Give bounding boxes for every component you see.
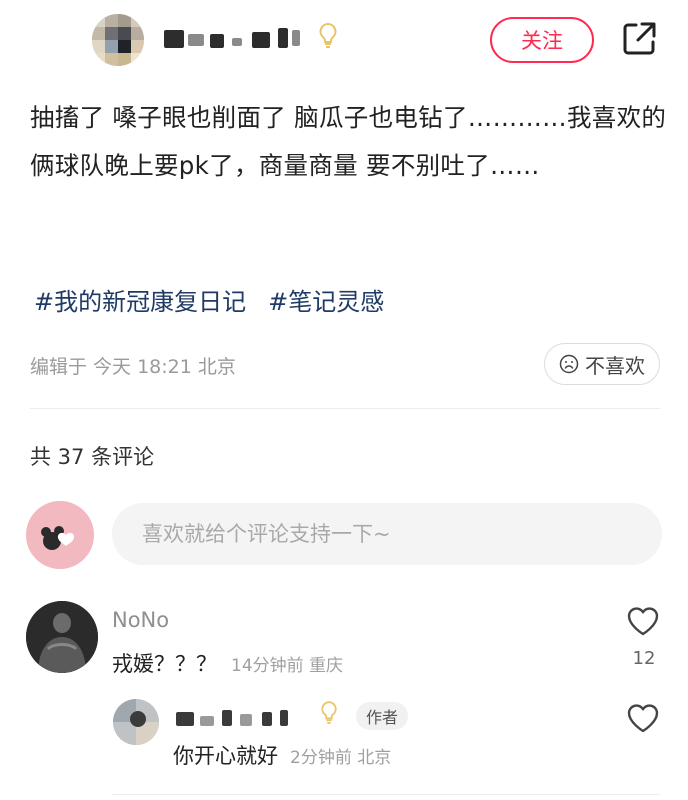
lightbulb-icon xyxy=(320,700,338,731)
author-reply-avatar[interactable] xyxy=(113,699,159,745)
heart-icon[interactable] xyxy=(626,605,660,637)
sad-face-icon xyxy=(559,354,579,374)
edit-timestamp: 编辑于 今天 18:21 北京 xyxy=(30,356,236,378)
follow-button[interactable]: 关注 xyxy=(490,17,594,63)
poster-name-redacted[interactable] xyxy=(160,26,310,50)
tag-list: #我的新冠康复日记 #笔记灵感 xyxy=(34,282,384,317)
lightbulb-icon xyxy=(318,22,338,56)
post-body-text: 抽搐了 嗓子眼也削面了 脑瓜子也电钻了…………我喜欢的俩球队晚上要pk了，商量商… xyxy=(30,103,667,180)
like-count: 12 xyxy=(632,648,656,669)
poster-avatar[interactable] xyxy=(92,14,144,66)
share-out-icon[interactable] xyxy=(620,20,658,58)
comment-divider xyxy=(112,794,660,795)
comment-input[interactable] xyxy=(112,503,662,565)
comment-text: 戎媛？？？ xyxy=(112,652,217,676)
comment-meta: 14分钟前 重庆 xyxy=(231,656,344,676)
reply-text: 你开心就好 xyxy=(173,744,278,768)
dislike-label: 不喜欢 xyxy=(585,353,645,378)
comment-body[interactable]: 戎媛？？？ 14分钟前 重庆 xyxy=(112,648,343,678)
author-badge: 作者 xyxy=(356,702,409,730)
commenter-name[interactable]: NoNo xyxy=(112,608,169,632)
dislike-button[interactable]: 不喜欢 xyxy=(544,343,660,385)
tag-covid-recovery-diary[interactable]: #我的新冠康复日记 xyxy=(34,282,246,317)
author-name-redacted[interactable] xyxy=(170,706,320,728)
reply-meta: 2分钟前 北京 xyxy=(290,748,392,768)
heart-icon[interactable] xyxy=(626,702,660,734)
tag-note-inspiration[interactable]: #笔记灵感 xyxy=(268,282,384,317)
commenter-avatar[interactable] xyxy=(26,601,98,673)
section-divider xyxy=(30,408,660,409)
reply-body[interactable]: 你开心就好 2分钟前 北京 xyxy=(173,740,391,770)
current-user-avatar xyxy=(26,501,94,569)
comment-count: 共 37 条评论 xyxy=(30,445,155,469)
